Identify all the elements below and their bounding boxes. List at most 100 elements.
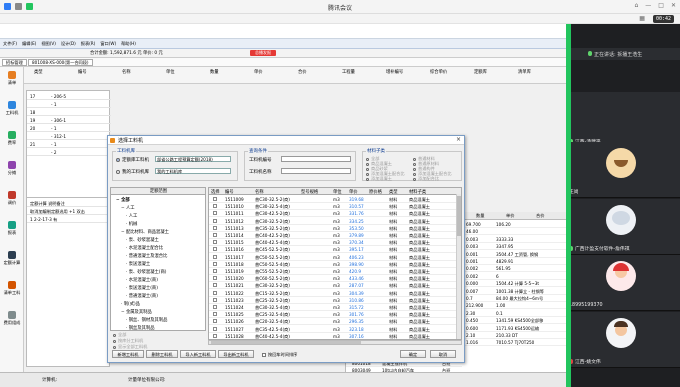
- participant-tile[interactable]: 江西-汤建平: [566, 92, 680, 148]
- list-item[interactable]: 取消加编制定额选用 +1 双击: [27, 208, 111, 215]
- source-opt2[interactable]: 我的工料机库: [116, 169, 149, 175]
- scroll-thumb[interactable]: [457, 196, 461, 236]
- tree-item[interactable]: · 泵送混凝土(商): [126, 285, 158, 291]
- column-header-cell[interactable]: 合价: [298, 69, 307, 75]
- table-row[interactable]: 1511014 普C40-42.5-2(商) m3 379.89 材料 商品混凝土: [209, 232, 461, 239]
- menu-item[interactable]: 编辑(E): [22, 41, 36, 47]
- sort-by-time-option[interactable]: 按回车时间排序: [262, 352, 297, 358]
- checkbox-icon[interactable]: [262, 353, 266, 357]
- delete-resource-button[interactable]: 删除工料机: [146, 350, 178, 358]
- table-row[interactable]: 19 - 306-1: [27, 117, 111, 124]
- row-checkbox[interactable]: [213, 319, 217, 324]
- table-row[interactable]: 1511020 普C60-52.5-2(商) m3 433.46 材料 商品混凝土: [209, 275, 461, 283]
- menu-item[interactable]: 文件(F): [3, 41, 17, 47]
- radio-icon[interactable]: [413, 177, 416, 181]
- grid-view-icon[interactable]: ▦: [639, 15, 645, 23]
- sidebar-item[interactable]: 调价: [2, 191, 22, 206]
- close-icon[interactable]: ×: [456, 136, 461, 143]
- column-header-cell[interactable]: 清单库: [518, 69, 531, 75]
- table-row[interactable]: 1511025 普C25-32.5-4(商) m3 301.76 材料 商品混凝土: [209, 311, 461, 319]
- name-input[interactable]: [281, 168, 351, 174]
- row-checkbox[interactable]: [213, 297, 217, 302]
- column-header-cell[interactable]: 类型: [34, 69, 43, 75]
- my-library-select[interactable]: 我的工料机库: [155, 168, 231, 174]
- row-checkbox[interactable]: [213, 312, 217, 317]
- row-checkbox[interactable]: [213, 326, 217, 331]
- sidebar-item[interactable]: 报表: [2, 221, 22, 236]
- radio-icon[interactable]: [113, 345, 116, 349]
- sidebar-item[interactable]: 清单: [2, 71, 22, 86]
- column-header-cell[interactable]: 材料子类: [409, 189, 426, 195]
- tree-item[interactable]: · 人工: [126, 213, 137, 219]
- sidebar-item[interactable]: 清单工料: [2, 281, 22, 296]
- tree-item[interactable]: · 机械: [126, 221, 137, 227]
- sidebar-item[interactable]: 分摊: [2, 161, 22, 176]
- tree-item[interactable]: − 配比材料、商品混凝土: [121, 229, 169, 235]
- menu-item[interactable]: 帮助(H): [121, 41, 136, 47]
- column-header-cell[interactable]: 数量: [210, 69, 219, 75]
- table-row[interactable]: 1511023 普C25-32.5-2(商) m3 310.86 材料 商品混凝土: [209, 297, 461, 304]
- material-option[interactable]: 添加配合比: [413, 176, 439, 182]
- table-row[interactable]: 20 - 1: [27, 125, 111, 132]
- column-header-cell[interactable]: 单价: [254, 69, 263, 75]
- add-resource-button[interactable]: 新增工料机: [112, 350, 144, 358]
- row-checkbox[interactable]: [213, 261, 217, 266]
- table-row[interactable]: 1511013 普C35-32.5-2(商) m3 353.50 材料 商品混凝土: [209, 225, 461, 232]
- table-row[interactable]: - 1: [27, 101, 111, 108]
- column-header-cell[interactable]: 综合单价: [430, 69, 447, 75]
- participant-tile[interactable]: 18995199370: [566, 255, 680, 311]
- tree-item[interactable]: · 钢丝及其制品: [126, 325, 155, 330]
- tree-item[interactable]: · 普通混凝土(商): [126, 293, 158, 299]
- column-header-cell[interactable]: 单价: [349, 189, 358, 195]
- tree-item[interactable]: · 水泥混凝土配合比: [126, 245, 163, 251]
- participant-tile[interactable]: 王尚: [566, 142, 680, 198]
- table-row[interactable]: 1511009 普C30-32.5-2(商) m3 319.68 材料 商品混凝土: [209, 196, 461, 203]
- table-row[interactable]: 1511016 普C45-52.5-2(商) m3 395.17 材料 商品混凝土: [209, 246, 461, 254]
- quota-library-select[interactable]: 部省公路工程预算定额(2018): [155, 156, 231, 162]
- radio-icon[interactable]: [113, 339, 116, 343]
- row-checkbox[interactable]: [213, 305, 217, 309]
- close-icon[interactable]: ✕: [671, 2, 676, 9]
- menu-item[interactable]: 设计(D): [61, 41, 76, 47]
- table-row[interactable]: 1511012 普C30-32.5-2(商) m3 334.25 材料 商品混凝土: [209, 218, 461, 225]
- radio-icon[interactable]: [366, 177, 369, 181]
- maximize-icon[interactable]: □: [658, 2, 664, 9]
- import-resource-button[interactable]: 导入新工料机: [180, 350, 216, 358]
- column-header-cell[interactable]: 增补编号: [386, 69, 403, 75]
- sidebar-item[interactable]: 定额计算: [2, 251, 22, 266]
- column-header-cell[interactable]: 名称: [122, 69, 131, 75]
- table-row[interactable]: 1511010 普C30-32.5-4(商) m3 310.57 材料 商品混凝土: [209, 203, 461, 211]
- participant-tile[interactable]: 江西-姚文伟: [566, 312, 680, 368]
- table-row[interactable]: 1511019 普C55-52.5-2(商) m3 420.9 材料 商品混凝土: [209, 268, 461, 275]
- table-row[interactable]: 1511017 普C50-52.5-2(商) m3 406.23 材料 商品混凝土: [209, 254, 461, 261]
- material-option[interactable]: 添加混凝土: [366, 176, 392, 182]
- tree-item[interactable]: · 钢丝、钢材及其制品: [126, 317, 167, 323]
- tree-item[interactable]: − 人工: [121, 205, 135, 211]
- column-header-cell[interactable]: 单位: [166, 69, 175, 75]
- column-header-cell[interactable]: 名称: [255, 189, 264, 195]
- table-row[interactable]: 1511018 普C50-52.5-4(商) m3 398.90 材料 商品混凝土: [209, 261, 461, 268]
- table-row[interactable]: 18: [27, 109, 111, 116]
- row-checkbox[interactable]: [213, 240, 217, 245]
- tree-item[interactable]: · 泵送混凝土: [126, 261, 150, 267]
- table-row[interactable]: 1511028 普C40-42.5-4(商) m3 307.16 材料 商品混凝土: [209, 333, 461, 339]
- table-row[interactable]: 1511021 普C30-32.5-2(商) m3 287.07 材料 商品混凝土: [209, 282, 461, 290]
- menu-item[interactable]: 报表(R): [81, 41, 96, 47]
- menu-item[interactable]: 窗口(W): [100, 41, 116, 47]
- table-row[interactable]: - 2: [27, 149, 111, 156]
- tree-item[interactable]: · 普通混凝土及混合比: [126, 253, 167, 259]
- table-row[interactable]: 1511026 普C20-32.5-4(商) m3 296.35 材料 商品混凝土: [209, 318, 461, 326]
- list-item[interactable]: 定额计算 说明备注: [27, 200, 111, 207]
- column-header-cell[interactable]: 型号规格: [301, 189, 318, 195]
- tree-item[interactable]: · 制(式)品: [121, 301, 140, 307]
- row-checkbox[interactable]: [213, 247, 217, 252]
- row-checkbox[interactable]: [213, 197, 217, 201]
- table-row[interactable]: 1511011 普C30-42.5-2(商) m3 331.76 材料 商品混凝土: [209, 210, 461, 218]
- row-checkbox[interactable]: [213, 204, 217, 209]
- column-header-cell[interactable]: 选择: [211, 189, 220, 195]
- table-row[interactable]: 17 - 206-5: [27, 93, 111, 100]
- row-checkbox[interactable]: [213, 269, 217, 273]
- participant-tile[interactable]: 广西计盈支付软件-詹伟祺: [566, 199, 680, 255]
- tree-item[interactable]: · 泵、砂浆混凝土: [126, 237, 159, 243]
- table-row[interactable]: 1511022 普C15-32.5-2(商) m3 304.39 材料 商品混凝土: [209, 290, 461, 297]
